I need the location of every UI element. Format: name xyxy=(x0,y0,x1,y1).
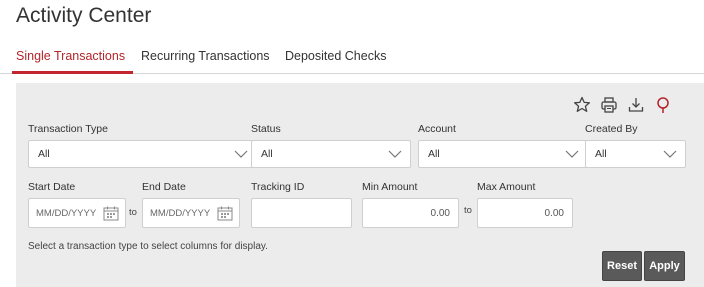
account-label: Account xyxy=(418,123,456,135)
start-date-label: Start Date xyxy=(28,181,76,193)
star-icon[interactable] xyxy=(572,95,592,115)
search-icon[interactable] xyxy=(653,95,673,115)
tracking-id-input[interactable] xyxy=(251,198,352,228)
page-title: Activity Center xyxy=(16,4,152,27)
chevron-down-icon xyxy=(234,149,248,159)
date-range-separator: to xyxy=(129,207,137,218)
reset-button[interactable]: Reset xyxy=(602,251,642,281)
max-amount-value: 0.00 xyxy=(544,208,564,219)
start-date-placeholder: MM/DD/YYYY xyxy=(36,208,97,219)
min-amount-value: 0.00 xyxy=(430,208,450,219)
tab-bar: Single Transactions Recurring Transactio… xyxy=(0,46,704,74)
download-icon[interactable] xyxy=(626,95,646,115)
tracking-id-label: Tracking ID xyxy=(251,181,305,193)
created-by-label: Created By xyxy=(585,123,638,135)
active-tab-indicator xyxy=(12,71,133,74)
column-selection-hint: Select a transaction type to select colu… xyxy=(28,241,268,252)
calendar-icon[interactable] xyxy=(217,206,233,221)
apply-button[interactable]: Apply xyxy=(644,251,685,281)
account-select[interactable]: All xyxy=(418,140,588,168)
max-amount-label: Max Amount xyxy=(477,181,536,193)
transaction-type-label: Transaction Type xyxy=(28,123,108,135)
min-amount-label: Min Amount xyxy=(362,181,418,193)
filter-panel: Transaction Type All Status All Account … xyxy=(16,83,704,287)
status-value: All xyxy=(261,148,273,160)
amount-range-separator: to xyxy=(464,205,472,216)
transaction-type-value: All xyxy=(38,148,50,160)
chevron-down-icon xyxy=(388,149,402,159)
calendar-icon[interactable] xyxy=(103,206,119,221)
tab-single-transactions[interactable]: Single Transactions xyxy=(16,49,125,63)
start-date-input[interactable]: MM/DD/YYYY xyxy=(28,198,126,228)
status-label: Status xyxy=(251,123,281,135)
account-value: All xyxy=(428,148,440,160)
created-by-select[interactable]: All xyxy=(585,140,686,168)
chevron-down-icon xyxy=(565,149,579,159)
min-amount-input[interactable]: 0.00 xyxy=(362,198,459,228)
end-date-placeholder: MM/DD/YYYY xyxy=(150,208,211,219)
print-icon[interactable] xyxy=(599,95,619,115)
max-amount-input[interactable]: 0.00 xyxy=(477,198,573,228)
created-by-value: All xyxy=(595,148,607,160)
status-select[interactable]: All xyxy=(251,140,411,168)
tab-deposited-checks[interactable]: Deposited Checks xyxy=(285,49,386,63)
transaction-type-select[interactable]: All xyxy=(28,140,257,168)
end-date-input[interactable]: MM/DD/YYYY xyxy=(142,198,240,228)
chevron-down-icon xyxy=(663,149,677,159)
end-date-label: End Date xyxy=(142,181,186,193)
tab-recurring-transactions[interactable]: Recurring Transactions xyxy=(141,49,270,63)
